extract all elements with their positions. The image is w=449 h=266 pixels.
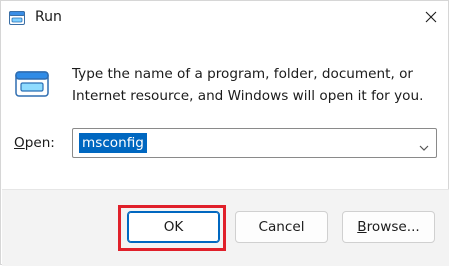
close-icon [425,11,437,23]
window-title: Run [35,9,62,25]
browse-button[interactable]: Browse... [342,211,435,243]
open-label-mnemonic: O [14,135,25,151]
browse-mnemonic: B [357,219,367,235]
ok-highlight-box [118,205,226,251]
run-icon [9,10,25,25]
description-line: Internet resource, and Windows will open… [72,88,424,104]
open-label: Open: [14,135,55,151]
chevron-down-icon[interactable] [418,138,430,151]
run-icon [15,71,49,97]
dialog-description: Type the name of a program, folder, docu… [72,63,432,107]
open-combobox[interactable]: msconfig [72,128,437,158]
open-input[interactable]: msconfig [79,133,147,153]
close-button[interactable] [416,3,446,31]
cancel-button[interactable]: Cancel [235,211,328,243]
title-bar[interactable]: Run [1,1,448,35]
browse-label-rest: rowse... [366,219,420,235]
description-line: Type the name of a program, folder, docu… [72,66,414,82]
open-label-rest: pen: [24,135,55,151]
run-dialog: Run Type the name of a program, folder, … [0,0,449,266]
